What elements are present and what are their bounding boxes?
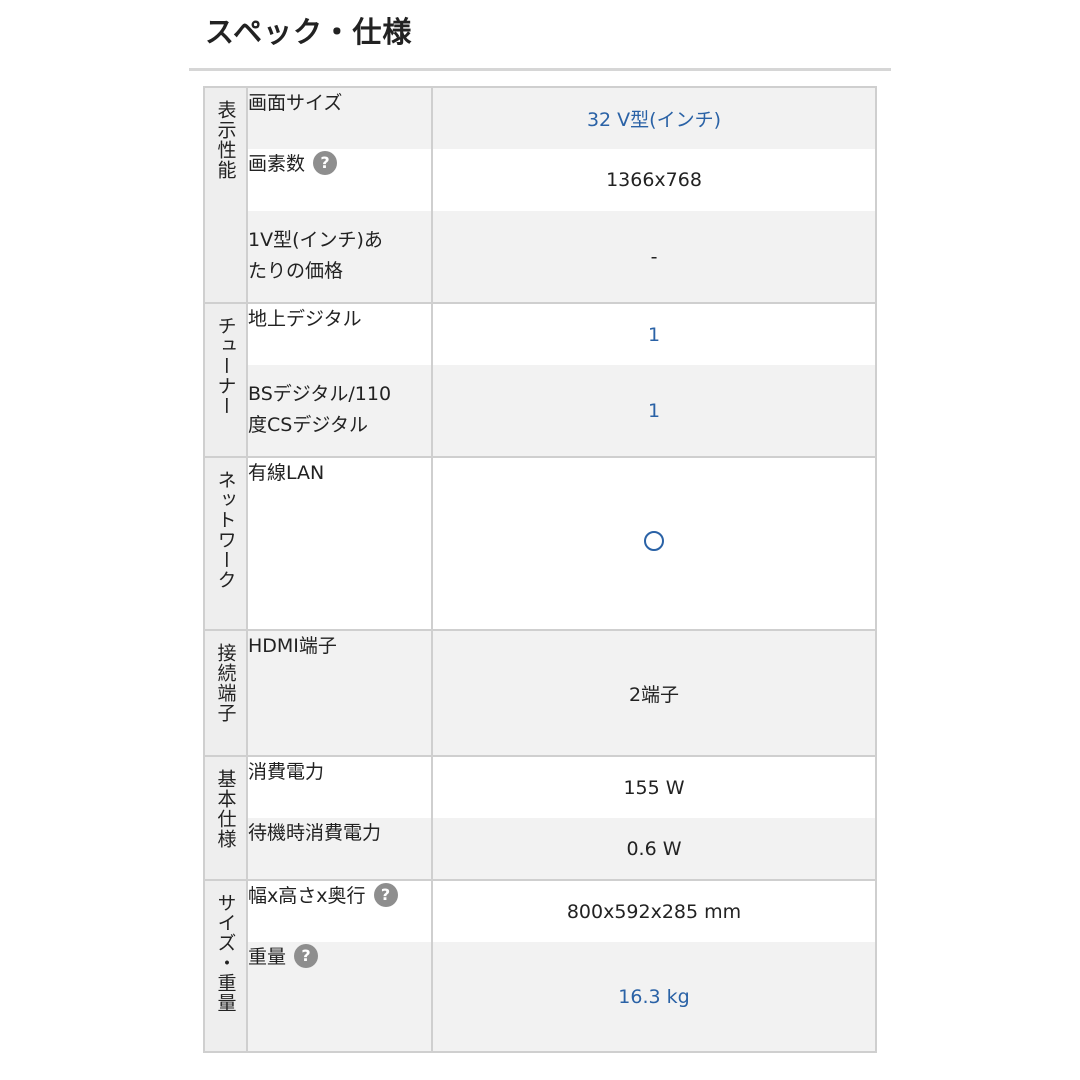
help-icon[interactable]: ? bbox=[294, 943, 319, 968]
row-label: HDMI端子 bbox=[247, 630, 432, 757]
row-label: 地上デジタル bbox=[247, 303, 432, 365]
category-basic: 基本仕様 bbox=[204, 756, 248, 881]
row-value-link[interactable] bbox=[431, 457, 876, 631]
row-value: 1366x768 bbox=[431, 149, 876, 211]
row-value: 2端子 bbox=[431, 630, 876, 757]
row-label: 待機時消費電力 bbox=[247, 818, 432, 881]
row-label: 画素数? bbox=[247, 149, 432, 211]
table-row: 1V型(インチ)あ たりの価格 - bbox=[204, 211, 876, 304]
row-value-link[interactable]: 16.3 kg bbox=[431, 942, 876, 1052]
row-value-link[interactable]: 1 bbox=[431, 365, 876, 458]
table-row: 基本仕様 消費電力 155 W bbox=[204, 756, 876, 881]
row-value-link[interactable]: 32 V型(インチ) bbox=[431, 87, 876, 149]
table-row: 表示性能 画面サイズ 32 V型(インチ) bbox=[204, 87, 876, 304]
table-row: BSデジタル/110 度CSデジタル 1 bbox=[204, 365, 876, 458]
table-row: 画素数? 1366x768 bbox=[204, 149, 876, 211]
row-label: BSデジタル/110 度CSデジタル bbox=[247, 365, 432, 458]
title-divider bbox=[189, 68, 891, 71]
row-label: 画面サイズ bbox=[247, 87, 432, 149]
table-row: サイズ・重量 幅x高さx奥行? 800x592x285 mm bbox=[204, 880, 876, 1053]
row-label: 1V型(インチ)あ たりの価格 bbox=[247, 211, 432, 304]
spec-table: 表示性能 画面サイズ 32 V型(インチ) 画素数? 1366x768 1V型(… bbox=[203, 86, 877, 1053]
category-tuner: チューナー bbox=[204, 303, 248, 458]
category-ports: 接続端子 bbox=[204, 630, 248, 757]
help-icon[interactable]: ? bbox=[313, 150, 338, 175]
table-row: 待機時消費電力 0.6 W bbox=[204, 818, 876, 881]
row-value-link[interactable]: 1 bbox=[431, 303, 876, 365]
row-value: 800x592x285 mm bbox=[431, 880, 876, 942]
category-size-weight: サイズ・重量 bbox=[204, 880, 248, 1053]
row-label: 幅x高さx奥行? bbox=[247, 880, 432, 942]
row-label: 重量? bbox=[247, 942, 432, 1052]
help-icon[interactable]: ? bbox=[373, 882, 398, 907]
category-network: ネットワーク bbox=[204, 457, 248, 631]
table-row: チューナー 地上デジタル 1 bbox=[204, 303, 876, 458]
table-row: ネットワーク 有線LAN bbox=[204, 457, 876, 631]
circle-mark-icon bbox=[644, 531, 664, 551]
row-label: 有線LAN bbox=[247, 457, 432, 631]
category-display: 表示性能 bbox=[204, 87, 248, 304]
row-value: - bbox=[431, 211, 876, 304]
row-value: 0.6 W bbox=[431, 818, 876, 881]
table-row: 接続端子 HDMI端子 2端子 bbox=[204, 630, 876, 757]
row-label: 消費電力 bbox=[247, 756, 432, 818]
table-row: 重量? 16.3 kg bbox=[204, 942, 876, 1052]
row-value: 155 W bbox=[431, 756, 876, 818]
page-title: スペック・仕様 bbox=[205, 15, 413, 49]
